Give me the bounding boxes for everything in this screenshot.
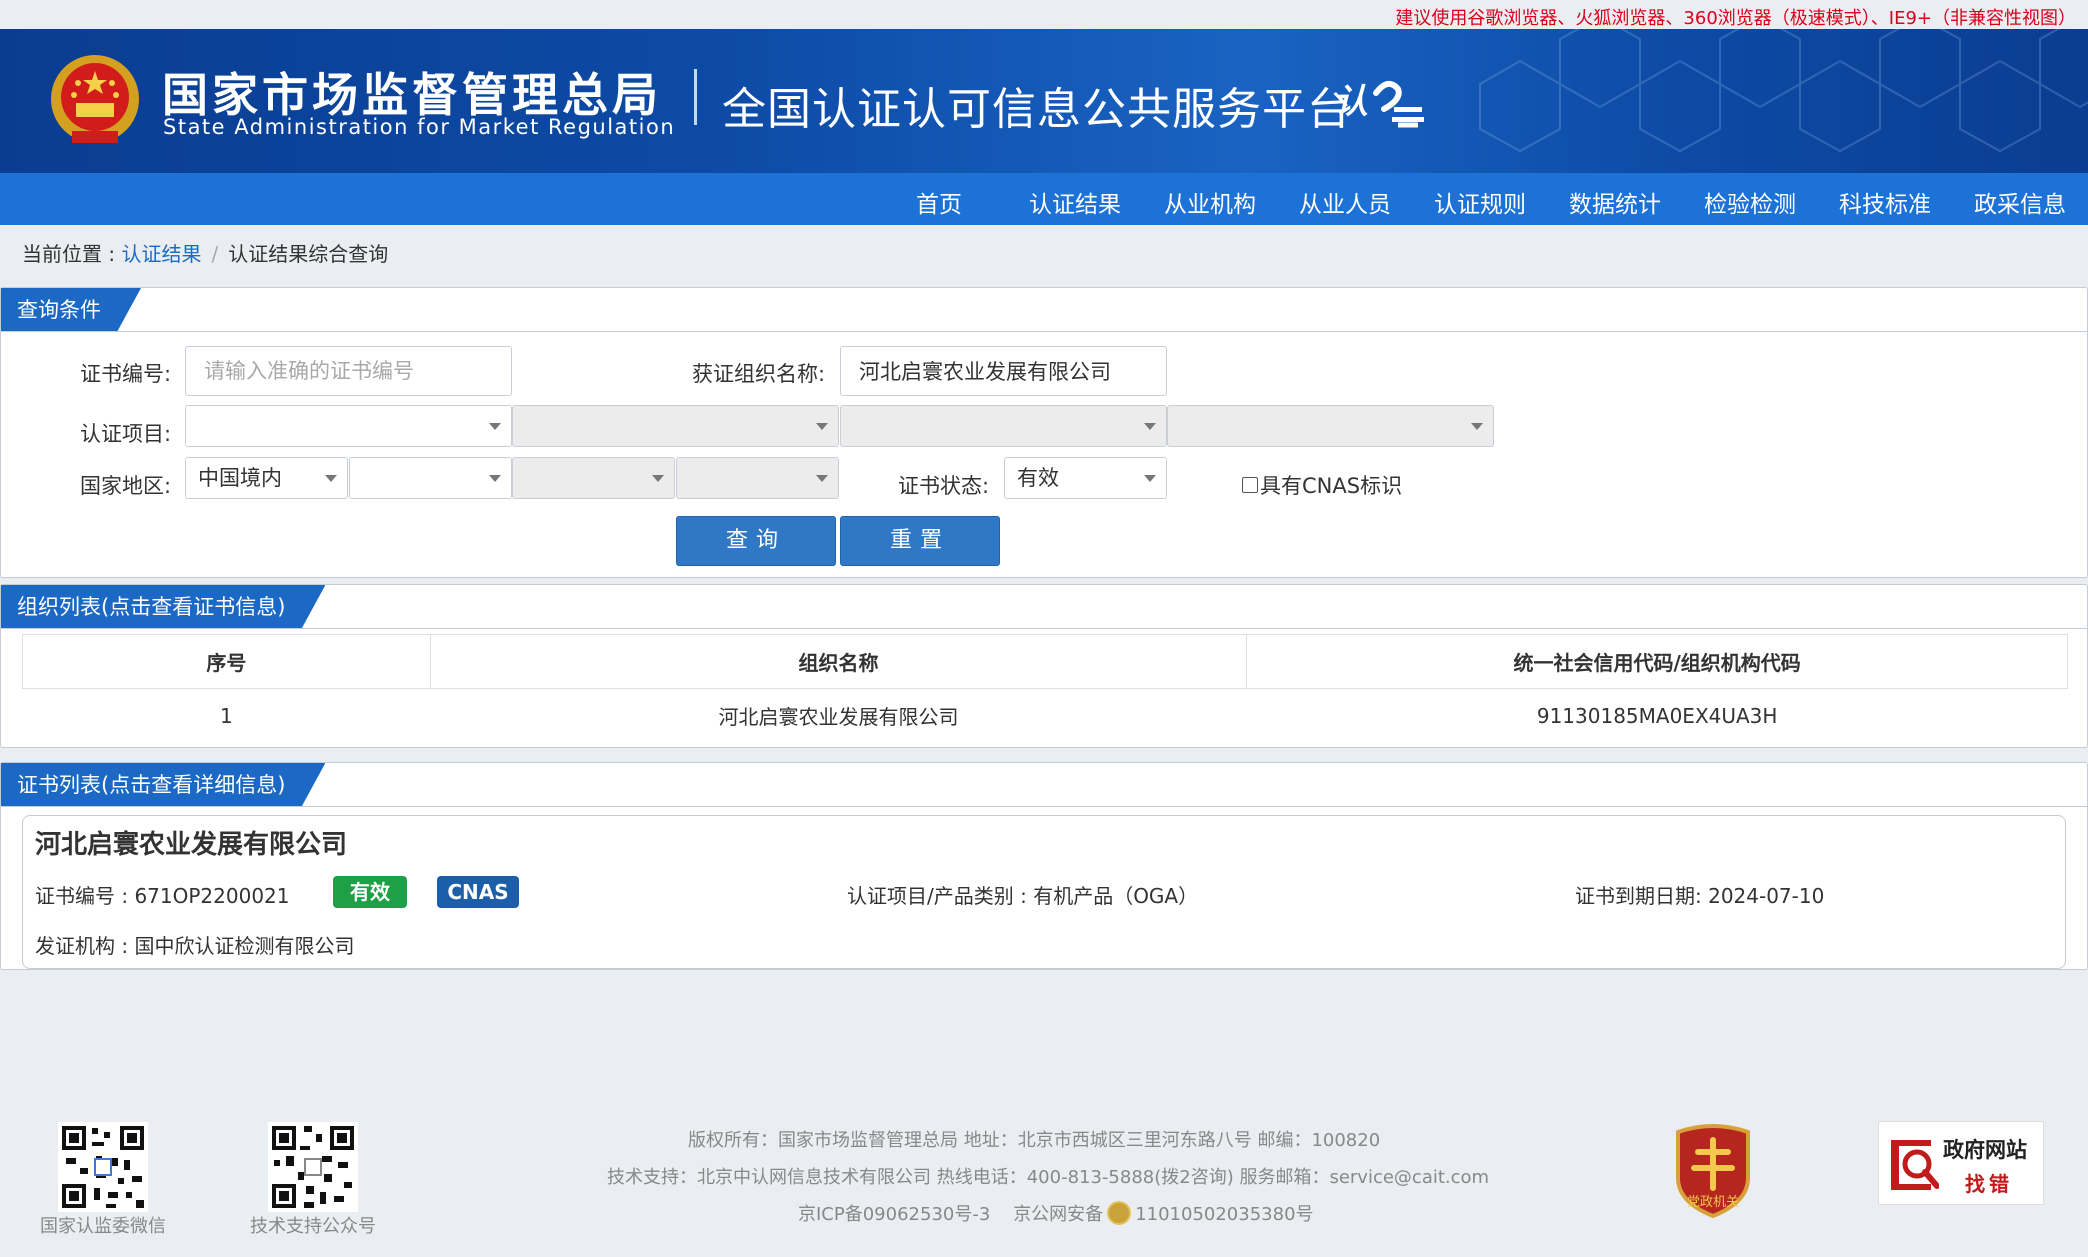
status-label: 证书状态: [898, 474, 990, 498]
project-select-3[interactable] [840, 405, 1167, 447]
gov-site-text: 政府网站 [1943, 1138, 2027, 1162]
gov-site-error-text: 找错 [1965, 1172, 2013, 1196]
header-banner: 国家市场监督管理总局 State Administration for Mark… [0, 29, 2088, 173]
gov-site-error-report[interactable]: 政府网站 找错 [1878, 1121, 2044, 1205]
national-emblem-icon [51, 55, 139, 143]
icp-link[interactable]: 京ICP备09062530号-3 [798, 1204, 990, 1225]
row-credit-code: 91130185MA0EX4UA3H [1536, 703, 1778, 728]
wechat-qr-label: 国家认监委微信 [40, 1216, 166, 1237]
org-list-title: 组织列表(点击查看证书信息) [1, 585, 325, 629]
platform-logo-icon: 认 [1334, 80, 1424, 128]
org-name-label: 获证组织名称: [692, 362, 826, 386]
reset-button[interactable]: 重置 [840, 516, 1000, 566]
nav-item-testing[interactable]: 检验检测 [1704, 185, 1796, 219]
table-row[interactable]: 1 河北启寰农业发展有限公司 91130185MA0EX4UA3H [23, 689, 2068, 743]
cert-no-input[interactable] [185, 346, 512, 396]
footer-copyright: 版权所有：国家市场监督管理总局 地址：北京市西城区三里河东路八号 邮编：1008… [688, 1130, 1381, 1151]
cnas-checkbox-label: 具有CNAS标识 [1260, 474, 1403, 498]
cert-issuer: 发证机构 : 国中欣认证检测有限公司 [35, 934, 355, 958]
project-select-2[interactable] [512, 405, 839, 447]
party-badge-text: 党政机关 [1687, 1195, 1739, 1210]
police-record-label: 京公网安备 [1013, 1204, 1104, 1225]
org-name-input[interactable] [840, 346, 1167, 396]
cnas-checkbox[interactable]: 具有CNAS标识 [1242, 470, 1402, 500]
support-qr-label: 技术支持公众号 [250, 1216, 376, 1237]
chevron-down-icon [1144, 475, 1156, 482]
region-label: 国家地区: [80, 474, 172, 498]
cert-card[interactable]: 河北启寰农业发展有限公司 证书编号 : 671OP2200021 有效 CNAS… [22, 815, 2066, 969]
cert-expiry: 证书到期日期: 2024-07-10 [1575, 884, 1825, 908]
police-record-link[interactable]: 11010502035380号 [1135, 1204, 1313, 1225]
status-select-value: 有效 [1017, 466, 1059, 490]
project-select-1[interactable] [185, 405, 512, 447]
support-qr-code [268, 1122, 358, 1212]
chevron-down-icon [325, 475, 337, 482]
status-select[interactable]: 有效 [1004, 457, 1167, 499]
col-credit-code: 统一社会信用代码/组织机构代码 [1246, 634, 2068, 689]
footer-tech-support: 技术支持：北京中认网信息技术有限公司 热线电话：400-813-5888(拨2咨… [607, 1167, 1490, 1188]
nav-item-standards[interactable]: 科技标准 [1839, 185, 1931, 219]
col-index: 序号 [22, 634, 431, 689]
breadcrumb-current: 认证结果综合查询 [228, 242, 389, 266]
row-index: 1 [220, 703, 233, 728]
nav-item-statistics[interactable]: 数据统计 [1569, 185, 1661, 219]
nav-item-procurement[interactable]: 政采信息 [1974, 185, 2066, 219]
region-select-value: 中国境内 [198, 466, 282, 490]
cert-project: 认证项目/产品类别 : 有机产品（OGA） [847, 884, 1199, 908]
chevron-down-icon [816, 423, 828, 430]
cert-list-title: 证书列表(点击查看详细信息) [1, 763, 325, 807]
header-divider [694, 69, 697, 125]
status-badge: 有效 [333, 876, 407, 908]
cert-number: 证书编号 : 671OP2200021 [35, 884, 290, 908]
project-label: 认证项目: [80, 422, 172, 446]
nav-item-institutions[interactable]: 从业机构 [1164, 185, 1256, 219]
row-org-name[interactable]: 河北启寰农业发展有限公司 [430, 689, 1247, 743]
chevron-down-icon [1144, 423, 1156, 430]
nav-item-practitioners[interactable]: 从业人员 [1299, 185, 1391, 219]
gov-site-logo-icon [1891, 1140, 1939, 1190]
cert-list-topline [1, 806, 2087, 807]
breadcrumb: 当前位置 : 认证结果 / 认证结果综合查询 [22, 238, 388, 267]
police-badge-icon [1107, 1201, 1132, 1225]
cnas-badge: CNAS [437, 876, 519, 908]
region-select-4[interactable] [676, 457, 839, 499]
wechat-qr-code [58, 1122, 148, 1212]
checkbox-box[interactable] [1242, 477, 1258, 493]
nav-item-home[interactable]: 首页 [916, 185, 962, 219]
browser-notice: 建议使用谷歌浏览器、火狐浏览器、360浏览器（极速模式）、IE9+（非兼容性视图… [1395, 8, 2076, 29]
breadcrumb-prefix: 当前位置 : [22, 242, 122, 266]
col-org-name: 组织名称 [429, 634, 1248, 689]
query-panel-title: 查询条件 [1, 288, 141, 332]
chevron-down-icon [652, 475, 664, 482]
project-select-4[interactable] [1167, 405, 1494, 447]
breadcrumb-separator: / [211, 242, 219, 266]
region-select-3[interactable] [512, 457, 675, 499]
cert-org-name: 河北启寰农业发展有限公司 [35, 830, 348, 860]
cert-no-label: 证书编号: [80, 362, 172, 386]
query-panel-topline [1, 331, 2087, 332]
chevron-down-icon [489, 423, 501, 430]
nav-item-cert-results[interactable]: 认证结果 [1029, 185, 1121, 219]
main-nav: 首页 认证结果 从业机构 从业人员 认证规则 数据统计 检验检测 科技标准 政采… [0, 173, 2088, 225]
region-select-1[interactable]: 中国境内 [185, 457, 348, 499]
chevron-down-icon [1471, 423, 1483, 430]
breadcrumb-cert-results[interactable]: 认证结果 [121, 242, 201, 266]
nav-item-cert-rules[interactable]: 认证规则 [1434, 185, 1526, 219]
org-list-topline [1, 628, 2087, 629]
search-button[interactable]: 查询 [676, 516, 836, 566]
org-table-header: 序号 组织名称 统一社会信用代码/组织机构代码 [22, 634, 2068, 689]
top-notice-bar: 建议使用谷歌浏览器、火狐浏览器、360浏览器（极速模式）、IE9+（非兼容性视图… [0, 0, 2088, 29]
party-agency-badge-icon[interactable]: 党政机关 [1672, 1122, 1754, 1218]
footer-records: 京ICP备09062530号-3 京公网安备 11010502035380号 [798, 1200, 1314, 1227]
region-select-2[interactable] [349, 457, 512, 499]
chevron-down-icon [489, 475, 501, 482]
org-name-en: State Administration for Market Regulati… [163, 115, 676, 139]
platform-title: 全国认证认可信息公共服务平台 [722, 84, 1352, 135]
chevron-down-icon [816, 475, 828, 482]
org-table: 序号 组织名称 统一社会信用代码/组织机构代码 1 河北启寰农业发展有限公司 9… [22, 634, 2068, 743]
svg-text:认: 认 [1334, 82, 1368, 122]
